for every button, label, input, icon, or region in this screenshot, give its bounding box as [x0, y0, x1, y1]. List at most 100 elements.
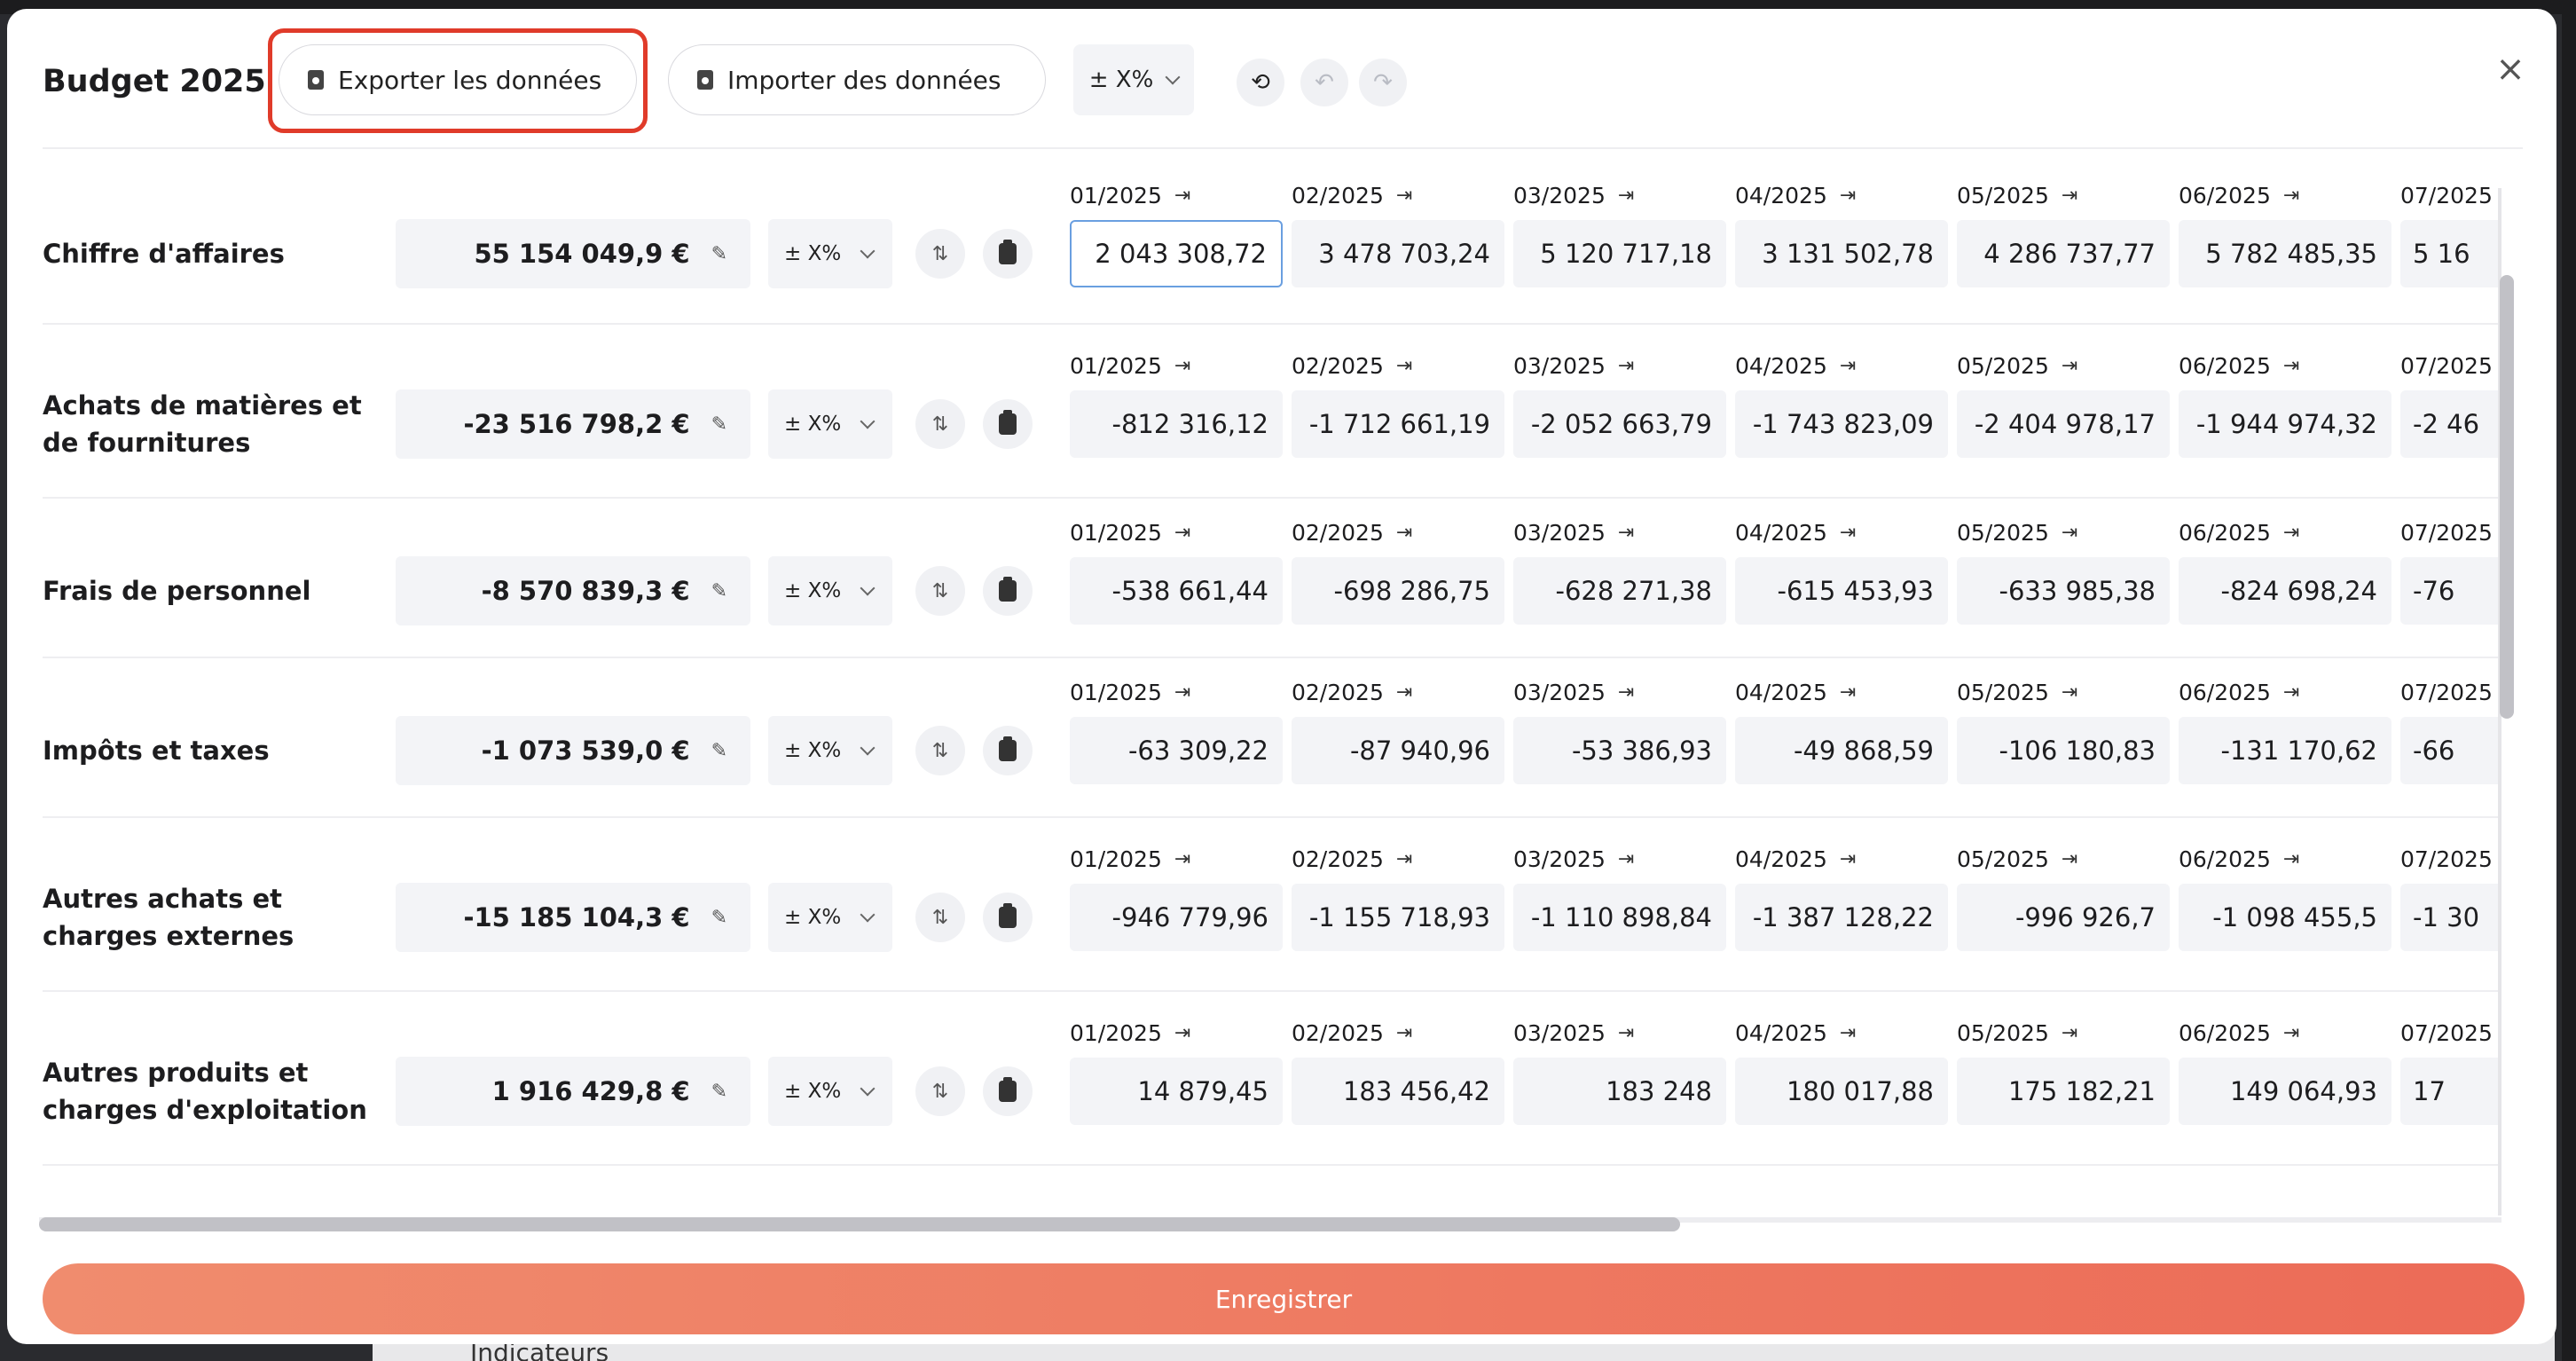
fill-right-icon[interactable]: ⇥ — [1618, 355, 1634, 377]
month-value-input[interactable]: 175 182,21 — [1957, 1058, 2170, 1125]
row-total-field[interactable]: -15 185 104,3 € ✎ — [396, 883, 750, 952]
paste-button[interactable] — [983, 1066, 1033, 1116]
fill-right-icon[interactable]: ⇥ — [1396, 522, 1412, 544]
fill-right-icon[interactable]: ⇥ — [2062, 848, 2077, 870]
month-value-input[interactable]: 180 017,88 — [1735, 1058, 1948, 1125]
row-total-field[interactable]: 55 154 049,9 € ✎ — [396, 219, 750, 288]
month-value-input[interactable]: -996 926,7 — [1957, 884, 2170, 951]
fill-right-icon[interactable]: ⇥ — [2062, 185, 2077, 207]
row-percent-select[interactable]: ± X% — [768, 716, 892, 785]
month-value-input[interactable]: -538 661,44 — [1070, 557, 1283, 625]
paste-button[interactable] — [983, 566, 1033, 616]
month-value-input[interactable]: 183 456,42 — [1292, 1058, 1504, 1125]
fill-right-icon[interactable]: ⇥ — [2062, 1022, 2077, 1044]
sort-button[interactable]: ⇅ — [915, 893, 965, 942]
fill-right-icon[interactable]: ⇥ — [1396, 185, 1412, 207]
month-value-input[interactable]: -49 868,59 — [1735, 717, 1948, 784]
row-total-field[interactable]: 1 916 429,8 € ✎ — [396, 1057, 750, 1126]
paste-button[interactable] — [983, 893, 1033, 942]
import-data-button[interactable]: Importer des données — [668, 44, 1046, 115]
fill-right-icon[interactable]: ⇥ — [1396, 681, 1412, 704]
fill-right-icon[interactable]: ⇥ — [1396, 848, 1412, 870]
close-button[interactable]: × — [2493, 49, 2528, 90]
month-value-input[interactable]: 5 120 717,18 — [1513, 220, 1726, 287]
sort-button[interactable]: ⇅ — [915, 399, 965, 449]
row-total-field[interactable]: -8 570 839,3 € ✎ — [396, 556, 750, 625]
fill-right-icon[interactable]: ⇥ — [1174, 1022, 1190, 1044]
month-value-input[interactable]: -1 155 718,93 — [1292, 884, 1504, 951]
fill-right-icon[interactable]: ⇥ — [1840, 1022, 1856, 1044]
month-value-input[interactable]: -1 944 974,32 — [2179, 390, 2391, 458]
paste-button[interactable] — [983, 726, 1033, 775]
month-value-input[interactable]: -66 — [2400, 717, 2505, 784]
row-percent-select[interactable]: ± X% — [768, 389, 892, 459]
month-value-input[interactable]: -2 46 — [2400, 390, 2505, 458]
month-value-input[interactable]: -698 286,75 — [1292, 557, 1504, 625]
fill-right-icon[interactable]: ⇥ — [1618, 185, 1634, 207]
pencil-icon[interactable]: ✎ — [711, 243, 727, 265]
month-value-input[interactable]: -615 453,93 — [1735, 557, 1948, 625]
row-percent-select[interactable]: ± X% — [768, 556, 892, 625]
month-value-input[interactable]: -824 698,24 — [2179, 557, 2391, 625]
month-value-input[interactable]: -87 940,96 — [1292, 717, 1504, 784]
horizontal-scrollbar-thumb[interactable] — [39, 1217, 1680, 1231]
row-total-field[interactable]: -23 516 798,2 € ✎ — [396, 389, 750, 459]
month-value-input[interactable]: 149 064,93 — [2179, 1058, 2391, 1125]
month-value-input[interactable]: 5 782 485,35 — [2179, 220, 2391, 287]
month-value-input[interactable]: -1 30 — [2400, 884, 2505, 951]
vertical-scrollbar-thumb[interactable] — [2500, 275, 2514, 719]
month-value-input[interactable]: 3 131 502,78 — [1735, 220, 1948, 287]
fill-right-icon[interactable]: ⇥ — [2283, 185, 2299, 207]
month-value-input[interactable]: -2 404 978,17 — [1957, 390, 2170, 458]
fill-right-icon[interactable]: ⇥ — [1174, 848, 1190, 870]
sort-button[interactable]: ⇅ — [915, 566, 965, 616]
fill-right-icon[interactable]: ⇥ — [2283, 681, 2299, 704]
month-value-input[interactable]: 14 879,45 — [1070, 1058, 1283, 1125]
month-value-input[interactable]: -1 098 455,5 — [2179, 884, 2391, 951]
month-value-input[interactable]: -633 985,38 — [1957, 557, 2170, 625]
fill-right-icon[interactable]: ⇥ — [1174, 185, 1190, 207]
paste-button[interactable] — [983, 229, 1033, 279]
month-value-input[interactable]: -1 110 898,84 — [1513, 884, 1726, 951]
fill-right-icon[interactable]: ⇥ — [2062, 681, 2077, 704]
month-value-input[interactable]: -76 — [2400, 557, 2505, 625]
month-value-input[interactable]: -63 309,22 — [1070, 717, 1283, 784]
month-value-input[interactable]: -946 779,96 — [1070, 884, 1283, 951]
fill-right-icon[interactable]: ⇥ — [1174, 681, 1190, 704]
save-button[interactable]: Enregistrer — [43, 1263, 2525, 1334]
month-value-input[interactable]: 17 — [2400, 1058, 2505, 1125]
row-percent-select[interactable]: ± X% — [768, 883, 892, 952]
fill-right-icon[interactable]: ⇥ — [2283, 1022, 2299, 1044]
fill-right-icon[interactable]: ⇥ — [1618, 522, 1634, 544]
month-value-input[interactable]: -131 170,62 — [2179, 717, 2391, 784]
pencil-icon[interactable]: ✎ — [711, 907, 727, 929]
fill-right-icon[interactable]: ⇥ — [1396, 1022, 1412, 1044]
fill-right-icon[interactable]: ⇥ — [2062, 355, 2077, 377]
fill-right-icon[interactable]: ⇥ — [2283, 355, 2299, 377]
row-total-field[interactable]: -1 073 539,0 € ✎ — [396, 716, 750, 785]
month-value-input[interactable]: -53 386,93 — [1513, 717, 1726, 784]
fill-right-icon[interactable]: ⇥ — [1840, 185, 1856, 207]
fill-right-icon[interactable]: ⇥ — [1174, 355, 1190, 377]
global-percent-select[interactable]: ± X% — [1073, 44, 1194, 115]
undo-button[interactable]: ↶ — [1300, 59, 1348, 106]
month-value-input[interactable]: 2 043 308,72 — [1070, 220, 1283, 287]
row-percent-select[interactable]: ± X% — [768, 219, 892, 288]
month-value-input[interactable]: 183 248 — [1513, 1058, 1726, 1125]
pencil-icon[interactable]: ✎ — [711, 740, 727, 762]
fill-right-icon[interactable]: ⇥ — [1618, 681, 1634, 704]
month-value-input[interactable]: -106 180,83 — [1957, 717, 2170, 784]
month-value-input[interactable]: -2 052 663,79 — [1513, 390, 1726, 458]
fill-right-icon[interactable]: ⇥ — [1396, 355, 1412, 377]
paste-button[interactable] — [983, 399, 1033, 449]
sort-button[interactable]: ⇅ — [915, 726, 965, 775]
fill-right-icon[interactable]: ⇥ — [1840, 681, 1856, 704]
fill-right-icon[interactable]: ⇥ — [2062, 522, 2077, 544]
fill-right-icon[interactable]: ⇥ — [1840, 522, 1856, 544]
month-value-input[interactable]: 4 286 737,77 — [1957, 220, 2170, 287]
month-value-input[interactable]: 5 16 — [2400, 220, 2505, 287]
month-value-input[interactable]: -1 712 661,19 — [1292, 390, 1504, 458]
pencil-icon[interactable]: ✎ — [711, 580, 727, 602]
sort-button[interactable]: ⇅ — [915, 229, 965, 279]
month-value-input[interactable]: -812 316,12 — [1070, 390, 1283, 458]
